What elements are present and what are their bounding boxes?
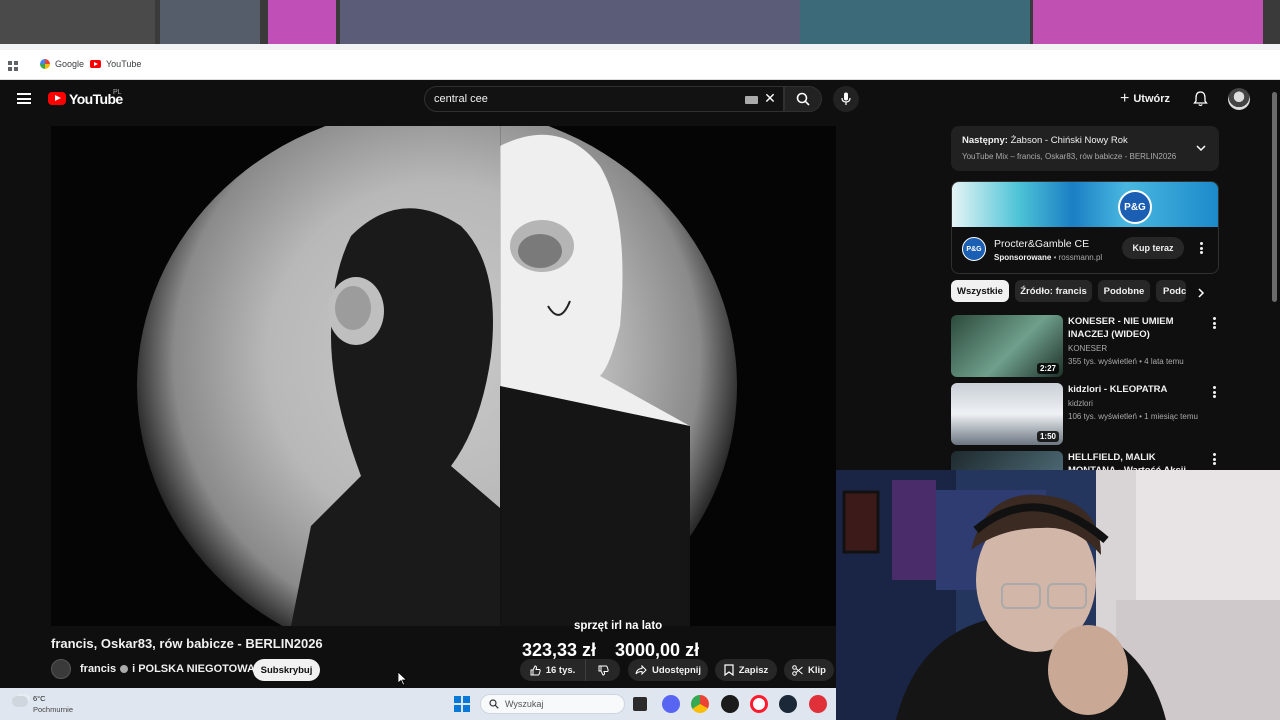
rec-duration: 2:27 [1036,363,1059,374]
chevron-right-icon[interactable] [1196,288,1206,298]
chevron-down-icon[interactable] [1195,142,1207,154]
search-value[interactable]: central cee [434,93,488,105]
rec-thumbnail[interactable] [951,451,1063,470]
keyboard-icon[interactable] [745,96,758,104]
bookmark-google[interactable]: Google [40,59,84,69]
split-line [500,126,501,626]
rec-title[interactable]: KONESER - NIE UMIEM INACZEJ (WIDEO) [1068,315,1198,341]
masked-figure-white [500,134,690,626]
rec-title[interactable]: kidzlori - KLEOPATRA [1068,383,1198,396]
rec-title[interactable]: HELLFIELD, MALIK MONTANA - Wartość Akcji… [1068,451,1198,470]
obs-icon[interactable] [721,695,739,713]
task-view-icon[interactable] [633,697,647,711]
save-button[interactable]: Zapisz [715,659,777,681]
windows-start-icon[interactable] [454,696,470,712]
chip-all[interactable]: Wszystkie [951,280,1009,302]
notifications-bell-icon[interactable] [1193,91,1208,107]
thumbs-up-icon [530,664,541,675]
ad-banner-image[interactable] [952,182,1218,227]
weather-temperature[interactable]: 6°C [33,694,46,703]
mic-icon [841,92,851,105]
app-icon[interactable] [809,695,827,713]
video-player[interactable] [51,126,836,626]
region-code: PL [113,89,122,96]
bookmark-youtube[interactable]: YouTube [90,59,141,69]
clear-search-icon[interactable]: ✕ [763,91,777,105]
discord-icon[interactable] [662,695,680,713]
channel-name[interactable]: francis i POLSKA NIEGOTOWA [80,663,255,675]
like-dislike-group: 16 tys. [520,659,620,681]
youtube-icon [90,60,101,68]
up-next-playlist: YouTube Mix – francis, Oskar83, rów babi… [962,152,1177,161]
rec-meta: 355 tys. wyświetleń • 4 lata temu [1068,357,1184,366]
plus-icon: + [1120,90,1130,107]
cloud-icon[interactable] [12,696,28,707]
chip-podcasts[interactable]: Podc [1156,280,1186,302]
mouse-cursor-icon [398,672,408,686]
search-button[interactable] [784,86,822,112]
search-icon [489,699,499,709]
subscribe-button[interactable]: Subskrybuj [253,659,320,681]
buy-now-button[interactable]: Kup teraz [1122,237,1184,259]
opera-icon[interactable] [750,695,768,713]
like-button[interactable]: 16 tys. [520,659,586,681]
page-scrollbar[interactable] [1272,92,1277,302]
apps-grid-icon[interactable] [8,61,18,71]
rec-duration: 1:50 [1036,431,1059,442]
google-icon [40,59,50,69]
share-icon [635,665,647,675]
webcam-scene [836,470,1280,720]
rec-more-icon[interactable] [1212,317,1216,329]
rec-meta: 106 tys. wyświetleń • 1 miesiąc temu [1068,412,1198,421]
advertiser-name[interactable]: Procter&Gamble CE [994,238,1089,250]
weather-description[interactable]: Pochmurnie [33,705,73,714]
stream-overlay-price-goal: 3000,00 zł [615,640,700,660]
rec-thumbnail[interactable]: 1:50 [951,383,1063,445]
rec-channel[interactable]: KONESER [1068,344,1107,353]
chip-source[interactable]: Źródło: francis [1015,280,1092,302]
stream-overlay-caption: sprzęt irl na lato [574,620,663,632]
advertiser-avatar[interactable]: P&G [962,237,986,261]
stream-overlay-price-current: 323,33 zł [522,640,597,660]
rec-more-icon[interactable] [1212,453,1216,465]
clip-button[interactable]: Klip [784,659,834,681]
up-next-title[interactable]: Następny: Żabson - Chiński Nowy Rok [962,135,1128,146]
steam-icon[interactable] [779,695,797,713]
video-title: francis, Oskar83, rów babicze - BERLIN20… [51,636,323,651]
streamer-webcam [836,470,1280,720]
pg-logo: P&G [1118,190,1152,224]
address-bar-edge [0,44,1280,50]
ad-more-icon[interactable] [1199,242,1203,254]
youtube-logo-icon[interactable] [48,92,66,105]
search-icon [796,92,810,106]
bookmark-icon [724,664,734,676]
masked-figure-black [291,208,521,626]
channel-avatar[interactable] [51,659,71,679]
taskbar-search[interactable]: Wyszukaj [480,694,625,714]
chrome-icon[interactable] [691,695,709,713]
share-button[interactable]: Udostępnij [628,659,708,681]
os-window-strip [0,0,1280,44]
menu-icon[interactable] [17,93,31,104]
voice-search-button[interactable] [833,86,859,112]
create-button[interactable]: + Utwórz [1120,89,1170,109]
scissors-icon [792,664,803,676]
ad-sponsored-line: Sponsorowane • rossmann.pl [994,253,1103,262]
windows-taskbar [0,688,836,720]
chip-similar[interactable]: Podobne [1098,280,1150,302]
up-next-card[interactable] [951,126,1219,171]
rec-thumbnail[interactable]: 2:27 [951,315,1063,377]
account-avatar[interactable] [1228,88,1250,110]
rec-more-icon[interactable] [1212,386,1216,398]
rec-channel[interactable]: kidzlori [1068,399,1093,408]
dislike-button[interactable] [586,659,620,681]
verified-icon [120,665,129,673]
thumbs-down-icon [598,665,609,676]
